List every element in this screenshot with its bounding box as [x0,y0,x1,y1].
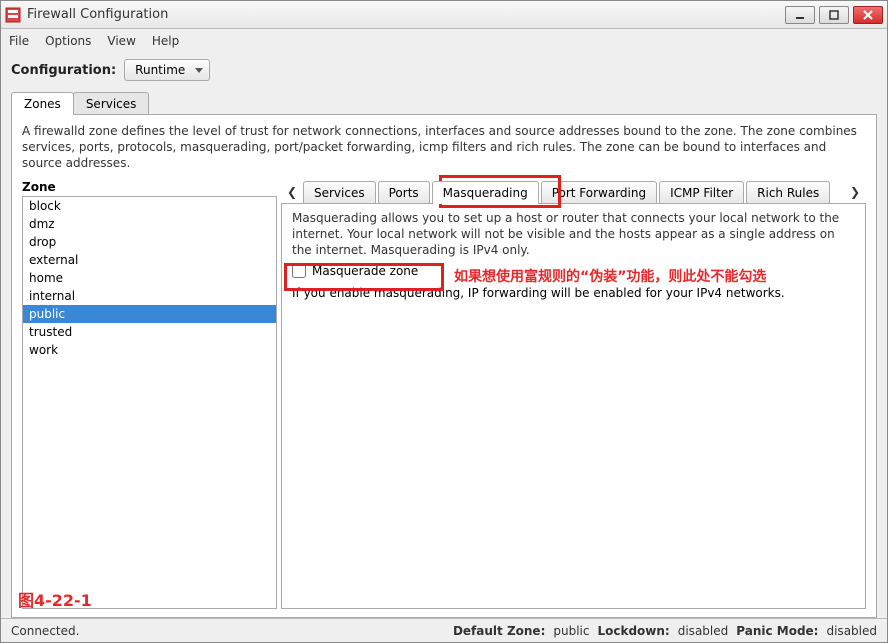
annotation-figure-label: 图4-22-1 [18,587,92,611]
chevron-down-icon [195,68,203,73]
zone-item-home[interactable]: home [23,269,276,287]
status-default-zone-value: public [553,624,589,638]
zone-description: A firewalld zone defines the level of tr… [22,123,866,172]
config-label: Configuration: [11,63,116,78]
menu-file[interactable]: File [9,34,29,48]
zone-list[interactable]: blockdmzdropexternalhomeinternalpublictr… [22,196,277,609]
close-button[interactable] [853,6,883,24]
zone-item-trusted[interactable]: trusted [23,323,276,341]
zone-item-drop[interactable]: drop [23,233,276,251]
scroll-right-button[interactable]: ❯ [844,180,866,204]
status-lockdown-label: Lockdown: [597,624,669,638]
zone-item-work[interactable]: work [23,341,276,359]
top-tabs: Zones Services [1,91,887,114]
app-window: Firewall Configuration File Options View… [0,0,888,643]
inner-tab-rich-rules[interactable]: Rich Rules [746,181,830,204]
zone-item-public[interactable]: public [23,305,276,323]
config-value: Runtime [135,63,185,77]
zone-item-internal[interactable]: internal [23,287,276,305]
status-panic-label: Panic Mode: [736,624,818,638]
statusbar: Connected. Default Zone: public Lockdown… [1,618,887,642]
tab-services[interactable]: Services [73,92,150,115]
tab-zones[interactable]: Zones [11,92,74,115]
inner-tab-ports[interactable]: Ports [378,181,430,204]
titlebar: Firewall Configuration [1,1,887,29]
inner-tab-masquerading[interactable]: Masquerading [432,181,539,204]
zone-item-dmz[interactable]: dmz [23,215,276,233]
zone-heading: Zone [22,180,277,194]
masquerading-content: Masquerading allows you to set up a host… [281,203,866,609]
window-title: Firewall Configuration [27,7,785,22]
inner-tabs: Services Ports Masquerading Port Forward… [303,180,844,204]
maximize-button[interactable] [819,6,849,24]
annotation-highlight-checkbox [284,263,444,291]
inner-tab-icmp-filter[interactable]: ICMP Filter [659,181,744,204]
app-icon [5,7,21,23]
zone-item-external[interactable]: external [23,251,276,269]
menu-options[interactable]: Options [45,34,91,48]
menu-view[interactable]: View [107,34,135,48]
status-lockdown-value: disabled [678,624,729,638]
config-row: Configuration: Runtime [1,53,887,91]
zone-item-block[interactable]: block [23,197,276,215]
inner-tab-services[interactable]: Services [303,181,376,204]
menu-help[interactable]: Help [152,34,179,48]
status-connected: Connected. [11,624,79,638]
annotation-text: 如果想使用富规则的“伪装”功能，则此处不能勾选 [454,266,854,286]
config-combo[interactable]: Runtime [124,59,210,81]
menubar: File Options View Help [1,29,887,53]
status-default-zone-label: Default Zone: [453,624,545,638]
minimize-button[interactable] [785,6,815,24]
masq-description: Masquerading allows you to set up a host… [292,210,855,259]
status-panic-value: disabled [826,624,877,638]
scroll-left-button[interactable]: ❮ [281,180,303,204]
zones-panel: A firewalld zone defines the level of tr… [11,114,877,618]
